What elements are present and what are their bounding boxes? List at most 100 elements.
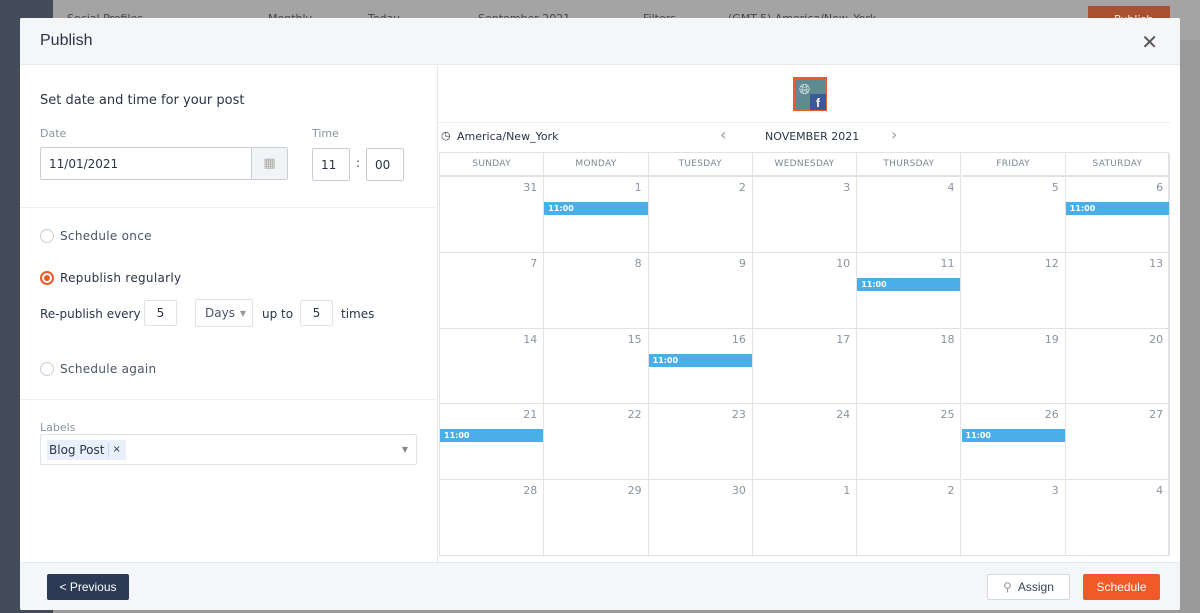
labels-select[interactable]: Blog Post × ▼ [40,434,417,465]
day-cell[interactable]: 25 [857,404,962,481]
calendar-month-title: NOVEMBER 2021 [765,130,860,143]
day-cell[interactable]: 8 [544,252,649,329]
day-number: 28 [523,484,538,498]
day-number: 25 [940,408,955,422]
radio-republish-regularly[interactable] [40,271,54,285]
day-header: THURSDAY [857,153,962,177]
day-cell[interactable]: 11 11:00 [857,252,962,329]
day-cell[interactable]: 3 [752,177,858,253]
day-number: 3 [1051,484,1059,498]
schedule-again-label[interactable]: Schedule again [60,362,156,376]
day-number: 3 [843,181,851,194]
scheduled-post-event[interactable]: 11:00 [440,429,544,443]
day-number: 30 [731,484,746,498]
prev-month-button[interactable]: ‹ [720,125,726,144]
day-number: 23 [731,408,746,422]
scheduled-post-event[interactable]: 11:00 [961,429,1065,443]
day-cell[interactable]: 3 [961,480,1066,556]
day-cell[interactable]: 1 [752,480,858,556]
republish-suffix: times [341,307,375,321]
day-cell[interactable]: 2 [648,177,753,253]
unit-value: Days [205,306,235,320]
day-cell[interactable]: 16 11:00 [648,328,753,405]
day-number: 6 [1156,181,1164,194]
day-cell[interactable]: 2 [857,480,962,556]
chevron-down-icon: ▼ [239,308,246,318]
day-cell[interactable]: 30 [648,480,753,556]
label-tag-text: Blog Post [49,442,110,457]
day-cell[interactable]: 7 [440,252,545,329]
day-cell[interactable]: 12 [961,252,1066,329]
radio-schedule-again[interactable] [40,362,54,376]
day-cell[interactable]: 23 [648,404,753,481]
day-cell[interactable]: 10 [752,252,858,329]
calendar-toolbar: ◷ America/New_York ‹ NOVEMBER 2021 › [438,122,1170,152]
day-cell[interactable]: 9 [648,252,753,329]
label-tag: Blog Post × [47,439,126,460]
day-cell[interactable]: 29 [544,480,649,556]
close-icon[interactable]: ✕ [1141,30,1158,55]
day-cell[interactable]: 24 [752,404,858,481]
day-cell[interactable]: 26 11:00 [961,404,1066,481]
day-number: 17 [836,332,851,346]
calendar-icon[interactable]: ▦ [251,148,287,179]
scheduled-post-event[interactable]: 11:00 [857,277,961,291]
schedule-button[interactable]: Schedule [1083,574,1160,600]
day-cell[interactable]: 1 11:00 [544,177,649,253]
hour-input[interactable]: 11 [312,148,350,181]
republish-unit-select[interactable]: Days ▼ [195,299,253,327]
scheduled-post-event[interactable]: 11:00 [544,202,648,215]
day-number: 20 [1149,332,1164,346]
republish-count-input[interactable]: 5 [300,300,333,326]
day-cell[interactable]: 18 [857,328,962,405]
chevron-down-icon[interactable]: ▼ [402,445,408,454]
globe-icon: 🌐︎ [799,82,811,98]
modal-title: Publish [40,32,93,49]
day-number: 1 [634,181,642,194]
day-number: 29 [627,484,642,498]
minute-input[interactable]: 00 [366,148,404,181]
schedule-once-label[interactable]: Schedule once [60,229,152,243]
modal-header: Publish ✕ [20,18,1180,65]
day-cell[interactable]: 28 [440,480,545,556]
clock-icon: ◷ [441,129,451,142]
date-input[interactable]: 11/01/2021 ▦ [40,147,288,180]
day-cell[interactable]: 5 [961,177,1066,253]
day-number: 27 [1149,408,1164,422]
day-cell[interactable]: 4 [1065,480,1171,556]
profile-avatar[interactable]: 🌐︎ f [793,77,827,111]
day-header: SATURDAY [1065,153,1171,177]
day-header: FRIDAY [961,153,1066,177]
day-cell[interactable]: 15 [544,328,649,405]
day-cell[interactable]: 17 [752,328,858,405]
day-number: 24 [836,408,851,422]
day-number: 18 [940,332,955,346]
republish-prefix: Re-publish every [40,307,141,321]
day-cell[interactable]: 6 11:00 [1065,177,1171,253]
day-number: 15 [627,332,642,346]
scheduled-post-event[interactable]: 11:00 [648,353,752,367]
radio-schedule-once[interactable] [40,229,54,243]
day-cell[interactable]: 20 [1065,328,1171,405]
next-month-button[interactable]: › [891,125,897,144]
remove-tag-icon[interactable]: × [109,444,123,455]
scheduled-post-event[interactable]: 11:00 [1065,202,1170,215]
day-cell[interactable]: 21 11:00 [440,404,545,481]
day-cell[interactable]: 19 [961,328,1066,405]
time-label: Time [312,127,339,140]
day-number: 2 [738,181,746,194]
calendar-timezone: America/New_York [457,130,559,143]
day-number: 8 [634,256,642,270]
day-cell[interactable]: 22 [544,404,649,481]
day-cell[interactable]: 4 [857,177,962,253]
republish-regularly-label[interactable]: Republish regularly [60,271,181,285]
day-cell[interactable]: 14 [440,328,545,405]
assign-button[interactable]: ⚲ Assign [987,574,1070,600]
day-cell[interactable]: 31 [440,177,545,253]
day-cell[interactable]: 13 [1065,252,1171,329]
previous-button[interactable]: < Previous [47,574,129,600]
day-cell[interactable]: 27 [1065,404,1171,481]
day-number: 26 [1044,408,1059,422]
day-header: TUESDAY [648,153,753,177]
republish-interval-input[interactable]: 5 [144,300,177,326]
